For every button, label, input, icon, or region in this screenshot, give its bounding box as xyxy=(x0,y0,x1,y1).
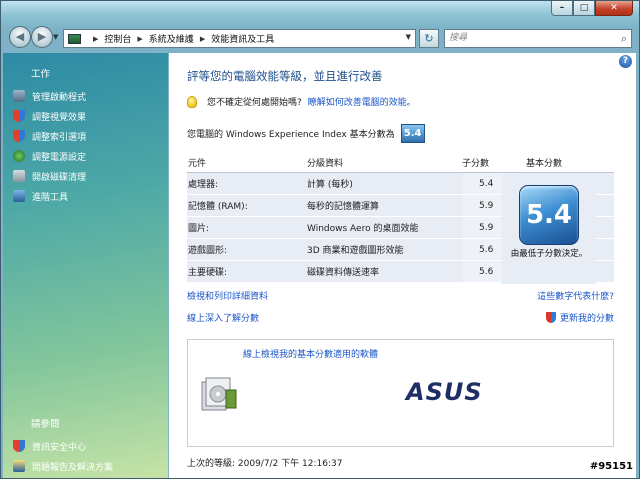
sidebar-item-label: 管理啟動程式 xyxy=(32,92,87,103)
base-score-tile: 5.4 xyxy=(519,185,579,245)
component-detail: 計算 (每秒) xyxy=(307,180,353,190)
update-score-label: 更新我的分數 xyxy=(559,314,614,324)
power-icon xyxy=(13,150,25,162)
component-name: 圖片: xyxy=(188,224,210,234)
page-title: 評等您的電腦效能等級，並且進行改善 xyxy=(187,69,383,83)
refresh-button[interactable]: ↻ xyxy=(419,29,439,48)
software-box-icon xyxy=(201,377,237,411)
shield-icon xyxy=(13,130,25,142)
improve-performance-link[interactable]: 瞭解如何改善電腦的效能。 xyxy=(308,95,416,108)
maximize-button[interactable]: □ xyxy=(573,1,595,16)
problem-reports-icon xyxy=(13,460,25,472)
oem-logo: ASUS xyxy=(406,378,483,406)
view-software-online-link[interactable]: 線上檢視我的基本分數適用的軟體 xyxy=(243,347,378,360)
tools-icon xyxy=(13,190,25,202)
component-name: 處理器: xyxy=(188,180,219,190)
score-label: 您電腦的 Windows Experience Index 基本分數為 xyxy=(187,130,395,140)
component-name: 遊戲圖形: xyxy=(188,246,228,256)
chevron-right-icon[interactable]: ▶ xyxy=(137,35,142,43)
tasks-title: 工作 xyxy=(31,69,51,80)
shield-icon xyxy=(13,110,25,122)
column-header: 基本分數 xyxy=(526,159,563,169)
update-score-button[interactable]: 更新我的分數 xyxy=(545,311,614,324)
breadcrumb: ▶ 控制台 ▶ 系統及維護 ▶ 效能資訊及工具 xyxy=(87,32,274,46)
sidebar-item-label: 調整視覺效果 xyxy=(32,112,87,123)
sidebar-item-label: 問題報告及解決方案 xyxy=(32,462,114,473)
column-header: 分級資料 xyxy=(307,159,344,169)
forward-button[interactable]: ▶ xyxy=(31,26,53,48)
component-detail: Windows Aero 的桌面效能 xyxy=(307,224,419,234)
sidebar-item-label: 開啟磁碟清理 xyxy=(32,172,87,183)
search-placeholder: 搜尋 xyxy=(449,33,468,43)
help-icon[interactable]: ? xyxy=(619,55,632,68)
what-numbers-mean-link[interactable]: 這些數字代表什麼? xyxy=(537,289,614,302)
score-line: 您電腦的 Windows Experience Index 基本分數為 5.4 xyxy=(187,124,425,143)
base-score-caption: 由最低子分數決定。 xyxy=(510,249,588,259)
search-icon[interactable]: ⌕ xyxy=(621,30,627,47)
sidebar-item-visual-effects[interactable]: 調整視覺效果 xyxy=(3,106,168,126)
disk-cleanup-icon xyxy=(13,170,25,182)
sidebar-item-advanced-tools[interactable]: 進階工具 xyxy=(3,186,168,206)
breadcrumb-performance[interactable]: 效能資訊及工具 xyxy=(211,32,274,45)
address-dropdown-icon[interactable]: ▼ xyxy=(406,33,411,41)
sidebar-item-label: 調整索引選項 xyxy=(32,132,87,143)
security-shield-icon xyxy=(13,440,25,452)
tip-line: 您不確定從何處開始嗎? 瞭解如何改善電腦的效能。 xyxy=(187,95,416,108)
recent-pages-dropdown[interactable]: ▼ xyxy=(53,33,58,41)
sidebar-item-disk-cleanup[interactable]: 開啟磁碟清理 xyxy=(3,166,168,186)
learn-more-online-link[interactable]: 線上深入了解分數 xyxy=(187,311,259,324)
lightbulb-icon xyxy=(187,95,197,108)
sidebar-item-security-center[interactable]: 資訊安全中心 xyxy=(3,436,168,456)
watermark: #95151 xyxy=(589,461,633,472)
programs-icon xyxy=(13,90,25,102)
breadcrumb-system-maintenance[interactable]: 系統及維護 xyxy=(149,32,194,45)
back-button[interactable]: ◀ xyxy=(9,26,31,48)
uac-shield-icon xyxy=(545,312,556,323)
component-detail: 3D 商業和遊戲圖形效能 xyxy=(307,246,404,256)
control-panel-icon xyxy=(68,33,81,44)
component-detail: 磁碟資料傳送速率 xyxy=(307,268,380,278)
minimize-button[interactable]: – xyxy=(551,1,573,16)
component-name: 記憶體 (RAM): xyxy=(188,202,248,212)
view-print-details-link[interactable]: 檢視和列印詳細資料 xyxy=(187,289,268,302)
chevron-right-icon[interactable]: ▶ xyxy=(200,35,205,43)
content-pane: ? 評等您的電腦效能等級，並且進行改善 您不確定從何處開始嗎? 瞭解如何改善電腦… xyxy=(169,53,636,478)
navigation-bar: ◀ ▶ ▼ ▶ 控制台 ▶ 系統及維護 ▶ 效能資訊及工具 ▼ ↻ 搜尋 ⌕ xyxy=(1,23,639,51)
column-header: 子分數 xyxy=(462,159,490,169)
score-badge: 5.4 xyxy=(400,124,425,143)
explorer-window: – □ ✕ ◀ ▶ ▼ ▶ 控制台 ▶ 系統及維護 ▶ 效能資訊及工具 ▼ ↻ … xyxy=(0,0,640,479)
task-pane: 工作 管理啟動程式 調整視覺效果 調整索引選項 調整電源設定 開啟磁碟清理 進階… xyxy=(3,53,168,478)
address-bar[interactable]: ▶ 控制台 ▶ 系統及維護 ▶ 效能資訊及工具 ▼ xyxy=(63,29,416,48)
chevron-right-icon[interactable]: ▶ xyxy=(93,35,98,43)
sidebar-item-startup-programs[interactable]: 管理啟動程式 xyxy=(3,86,168,106)
tip-question: 您不確定從何處開始嗎? xyxy=(207,98,302,108)
software-panel: 線上檢視我的基本分數適用的軟體 ASUS xyxy=(187,339,614,447)
base-score-box: 5.4 由最低子分數決定。 xyxy=(502,174,596,284)
sidebar-item-label: 調整電源設定 xyxy=(32,152,87,163)
breadcrumb-control-panel[interactable]: 控制台 xyxy=(104,32,131,45)
sidebar-item-label: 資訊安全中心 xyxy=(32,442,87,453)
column-header: 元件 xyxy=(188,159,207,169)
close-button[interactable]: ✕ xyxy=(595,1,633,16)
sidebar-item-problem-reports[interactable]: 問題報告及解決方案 xyxy=(3,456,168,476)
sidebar-item-indexing[interactable]: 調整索引選項 xyxy=(3,126,168,146)
table-header: 元件 分級資料 子分數 基本分數 xyxy=(187,153,614,173)
sidebar-item-power[interactable]: 調整電源設定 xyxy=(3,146,168,166)
component-detail: 每秒的記憶體運算 xyxy=(307,202,380,212)
see-also-title: 請參閱 xyxy=(31,419,60,430)
sidebar-item-label: 進階工具 xyxy=(32,192,69,203)
component-name: 主要硬碟: xyxy=(188,268,228,278)
search-input[interactable]: 搜尋 ⌕ xyxy=(444,29,632,48)
last-rated: 上次的等級: 2009/7/2 下午 12:16:37 xyxy=(187,459,343,469)
